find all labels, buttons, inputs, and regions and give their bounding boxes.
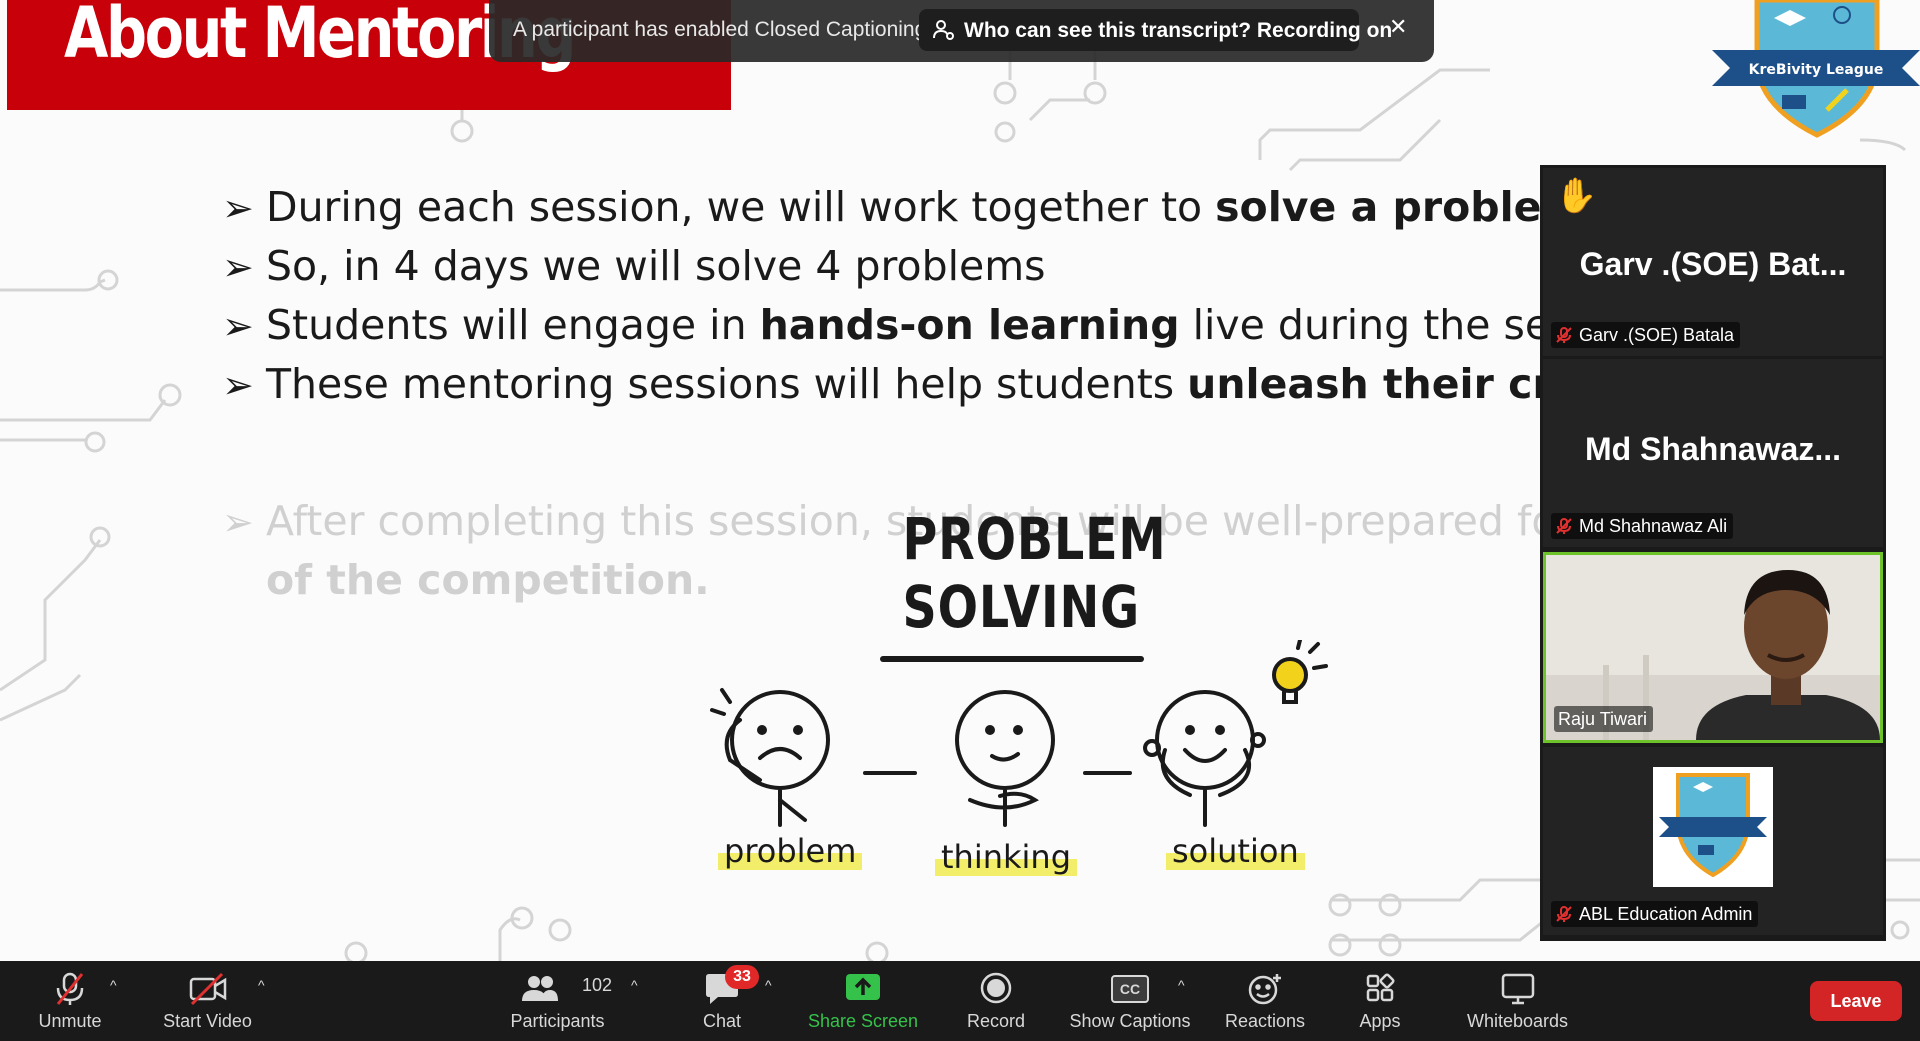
transcript-info-button[interactable]: Who can see this transcript? Recording o… [919,9,1392,51]
notification-message: A participant has enabled Closed Caption… [513,18,927,41]
participant-name-tag: Garv .(SOE) Batala [1551,322,1741,348]
bullet-item: ➢ During each session, we will work toget… [222,178,1542,237]
reactions-label: Reactions [1224,1011,1306,1031]
bullet-emphasis: hands-on learning [759,301,1180,349]
bullet-text: So, in 4 days we will solve 4 problems [266,242,1046,290]
logo-lettering: KreBivity League [1749,62,1884,78]
bullet-list: ➢ During each session, we will work toget… [222,178,1542,414]
captions-options-caret[interactable]: ^ [1178,977,1185,993]
bullet-emphasis: solve a problem every [1215,183,1542,231]
bullet-item: ➢ So, in 4 days we will solve 4 problems [222,237,1542,296]
participant-name-tag: ABL Education Admin [1551,901,1759,927]
record-label: Record [966,1011,1026,1031]
krebivity-league-logo: KreBivity League [1712,0,1920,138]
bullet-text: live during the sessions [1192,301,1542,349]
happy-face-icon [1143,690,1266,827]
participant-name: ABL Education Admin [1579,903,1753,924]
bullet-arrow-icon: ➢ [222,186,254,230]
participant-name-tag: Md Shahnawaz Ali [1551,513,1734,539]
close-icon[interactable]: ✕ [1389,14,1407,40]
chat-button[interactable]: 33 Chat [680,961,764,1041]
faded-line-2: of the competition. [266,556,710,604]
participant-tile[interactable]: ABL Education Admin [1543,747,1883,935]
unmute-button[interactable]: Unmute [20,961,120,1041]
reactions-smiley-icon [1248,974,1281,1005]
record-button[interactable]: Record [946,961,1046,1041]
share-screen-label: Share Screen [807,1011,919,1031]
participant-name: Raju Tiwari [1558,708,1648,729]
ps-title-line-2: SOLVING [902,573,1141,641]
chat-label: Chat [702,1011,742,1031]
unmute-label: Unmute [38,1011,102,1031]
apps-button[interactable]: Apps [1335,961,1425,1041]
captioning-notification: A participant has enabled Closed Caption… [489,0,1434,62]
participants-icon [521,976,558,1001]
participant-display-name: Garv .(SOE) Bat... [1579,246,1847,282]
share-screen-icon [846,974,880,1000]
apps-label: Apps [1359,1011,1401,1031]
bullet-item: ➢ These mentoring sessions will help stud… [222,355,1542,414]
participants-button[interactable]: 102 Participants [500,961,615,1041]
bullet-text: Students will engage in [266,301,760,349]
apps-icon [1366,973,1395,1002]
participants-count: 102 [582,975,613,995]
start-video-button[interactable]: Start Video [150,961,265,1041]
participants-label: Participants [510,1011,605,1031]
people-info-icon [933,20,954,40]
participant-name-tag: Raju Tiwari [1554,706,1654,732]
thinking-face-icon [955,690,1055,827]
reactions-button[interactable]: Reactions [1215,961,1315,1041]
bullet-arrow-icon: ➢ [222,363,254,407]
whiteboards-label: Whiteboards [1466,1011,1569,1031]
bullet-arrow-icon: ➢ [222,304,254,348]
mic-muted-icon [1556,518,1572,534]
bullet-emphasis: unleash their creativity [1187,360,1542,408]
bullet-arrow-icon: ➢ [222,245,254,289]
video-options-caret[interactable]: ^ [258,977,265,993]
share-screen-button[interactable]: Share Screen [803,961,923,1041]
bullet-item: ➢ Students will engage in hands-on learni… [222,296,1542,355]
sad-face-icon [710,688,830,827]
problem-solving-heading: PROBLEM SOLVING [902,505,1167,641]
chat-options-caret[interactable]: ^ [765,977,772,993]
bullet-text: These mentoring sessions will help stude… [266,360,1188,408]
participants-options-caret[interactable]: ^ [631,977,638,993]
participant-display-name: Md Shahnawaz... [1584,431,1842,467]
transcript-info-label: Who can see this transcript? Recording o… [964,19,1393,42]
whiteboards-button[interactable]: Whiteboards [1455,961,1580,1041]
chat-unread-badge: 33 [725,965,759,989]
leave-meeting-button[interactable]: Leave [1810,981,1902,1021]
bullet-arrow-icon: ➢ [222,500,254,544]
label-solution: solution [1166,832,1305,870]
show-captions-button[interactable]: CC Show Captions [1060,961,1200,1041]
participant-name: Garv .(SOE) Batala [1579,324,1735,345]
meeting-toolbar: Unmute ^ Start Video ^ 102 Participants … [0,961,1920,1041]
participant-name: Md Shahnawaz Ali [1579,515,1728,536]
participant-gallery: ✋ Garv .(SOE) Bat... Garv .(SOE) Batala … [1540,165,1886,941]
mic-muted-icon [1556,906,1572,922]
lightbulb-icon [1272,640,1328,704]
record-icon [980,972,1012,1004]
participant-tile[interactable]: Md Shahnawaz... Md Shahnawaz Ali [1543,359,1883,547]
ps-title-line-1: PROBLEM [902,505,1167,573]
start-video-label: Start Video [163,1011,252,1031]
active-speaker-video-tile[interactable]: Raju Tiwari [1543,552,1883,743]
show-captions-label: Show Captions [1069,1011,1191,1031]
participant-tile[interactable]: ✋ Garv .(SOE) Bat... Garv .(SOE) Batala [1543,168,1883,356]
faded-bullet: ➢ After completing this session, students… [222,492,1542,609]
raised-hand-icon: ✋ [1555,177,1598,215]
zoom-meeting-window: About Mentoring ➢ During each session, we… [0,0,1920,1041]
label-thinking: thinking [935,838,1078,876]
audio-options-caret[interactable]: ^ [110,977,117,993]
label-problem: problem [718,832,863,870]
closed-captions-icon: CC [1111,975,1149,1003]
abl-education-logo [1653,767,1773,887]
video-off-icon [189,972,226,1006]
mic-muted-icon [1556,327,1572,343]
mic-off-icon [56,972,84,1005]
bullet-text: During each session, we will work togeth… [266,183,1216,231]
whiteboard-icon [1501,973,1534,1005]
